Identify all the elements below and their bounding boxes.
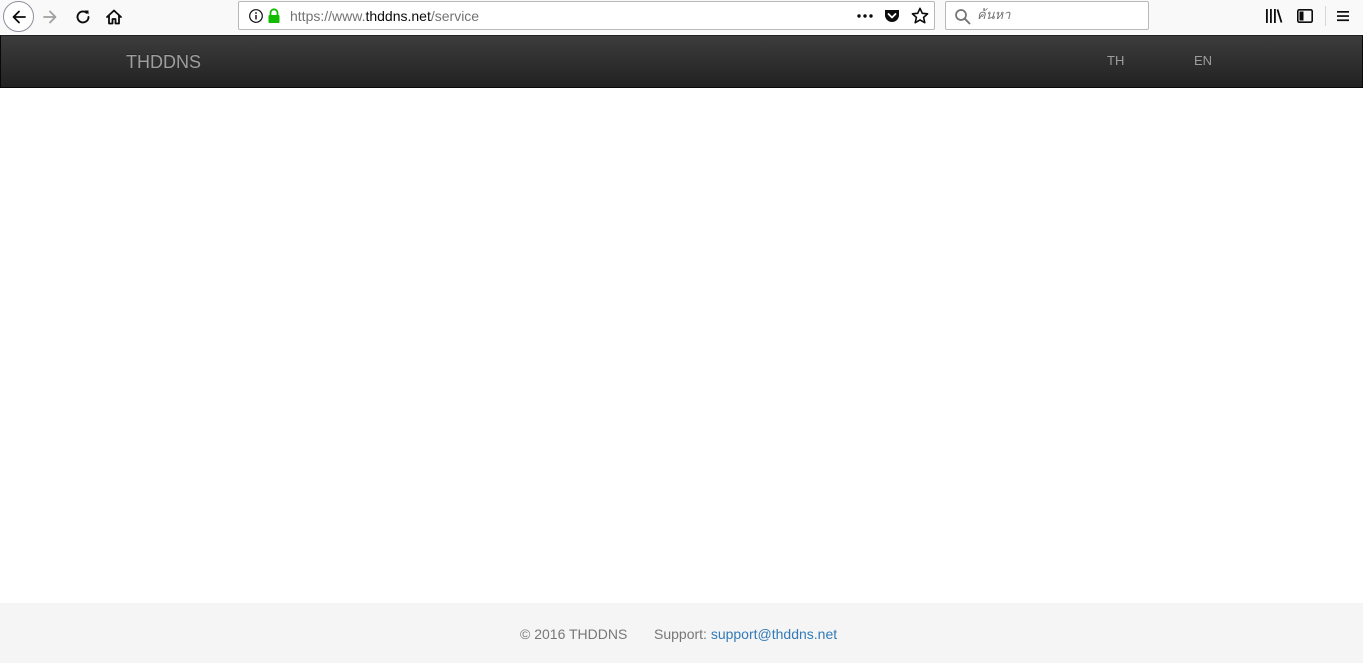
support-label: Support: <box>654 626 707 642</box>
back-button[interactable] <box>3 1 34 32</box>
reload-button[interactable] <box>68 2 98 32</box>
site-navbar: THDDNS TH EN <box>0 35 1363 88</box>
forward-button[interactable] <box>35 2 65 32</box>
footer-copyright: © 2016 THDDNS <box>520 626 628 642</box>
search-icon <box>954 8 971 25</box>
page-actions-icon[interactable] <box>855 6 875 26</box>
url-text[interactable]: https://www.thddns.net/service <box>290 8 479 24</box>
search-bar <box>945 1 1149 30</box>
browser-toolbar: https://www.thddns.net/service <box>0 0 1363 34</box>
footer-support: Support: support@thddns.net <box>654 626 837 642</box>
lock-icon[interactable] <box>267 8 281 24</box>
home-button[interactable] <box>99 2 129 32</box>
url-bar[interactable]: https://www.thddns.net/service <box>238 1 935 30</box>
home-icon <box>106 9 122 25</box>
reload-icon <box>76 10 90 24</box>
arrow-left-icon <box>12 10 26 23</box>
pocket-icon[interactable] <box>883 7 901 25</box>
language-th-link[interactable]: TH <box>1107 53 1124 69</box>
library-button[interactable] <box>1262 5 1286 27</box>
sidebar-button[interactable] <box>1293 5 1317 27</box>
bookmark-star-icon[interactable] <box>910 6 930 26</box>
arrow-right-icon <box>43 10 57 24</box>
sidebar-icon <box>1296 8 1313 23</box>
brand-link[interactable]: THDDNS <box>126 51 201 73</box>
language-en-link[interactable]: EN <box>1194 53 1212 69</box>
support-email-link[interactable]: support@thddns.net <box>711 626 837 642</box>
search-input[interactable] <box>977 5 1142 26</box>
info-icon[interactable] <box>248 8 264 24</box>
menu-button[interactable] <box>1331 5 1355 27</box>
library-icon <box>1266 9 1283 23</box>
main-content <box>0 88 1363 603</box>
toolbar-separator <box>1325 6 1326 26</box>
site-footer: © 2016 THDDNS Support: support@thddns.ne… <box>0 603 1363 663</box>
hamburger-menu-icon <box>1337 11 1349 22</box>
